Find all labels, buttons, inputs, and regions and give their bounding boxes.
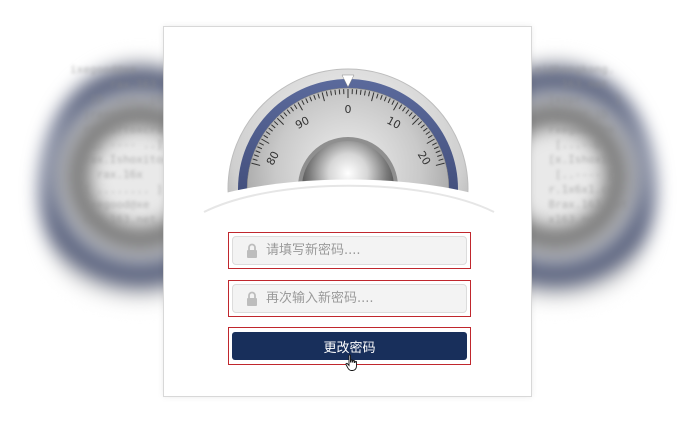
hand-pointer-icon (345, 354, 359, 376)
blurred-text-right: ei@hongkong. 163.net ]xspr --- ] [xspr ]… (535, 63, 628, 226)
lock-icon (242, 289, 262, 309)
safe-dial-illustration: 0 10 20 90 80 (164, 27, 531, 310)
change-password-card: 0 10 20 90 80 更改密码 (163, 26, 532, 397)
dial-label-0: 0 (345, 103, 352, 116)
confirm-password-input[interactable] (262, 285, 466, 312)
confirm-password-field-highlight (228, 280, 471, 317)
dial-tick (359, 89, 362, 95)
blurred-text-left: ixegood@xe rax.163 [D --- [D ]rasprisxe … (70, 63, 170, 226)
new-password-field (232, 236, 467, 265)
new-password-input[interactable] (262, 237, 466, 264)
dial-tick (334, 89, 337, 95)
confirm-password-field (232, 284, 467, 313)
new-password-field-highlight (228, 232, 471, 269)
lock-icon (242, 241, 262, 261)
